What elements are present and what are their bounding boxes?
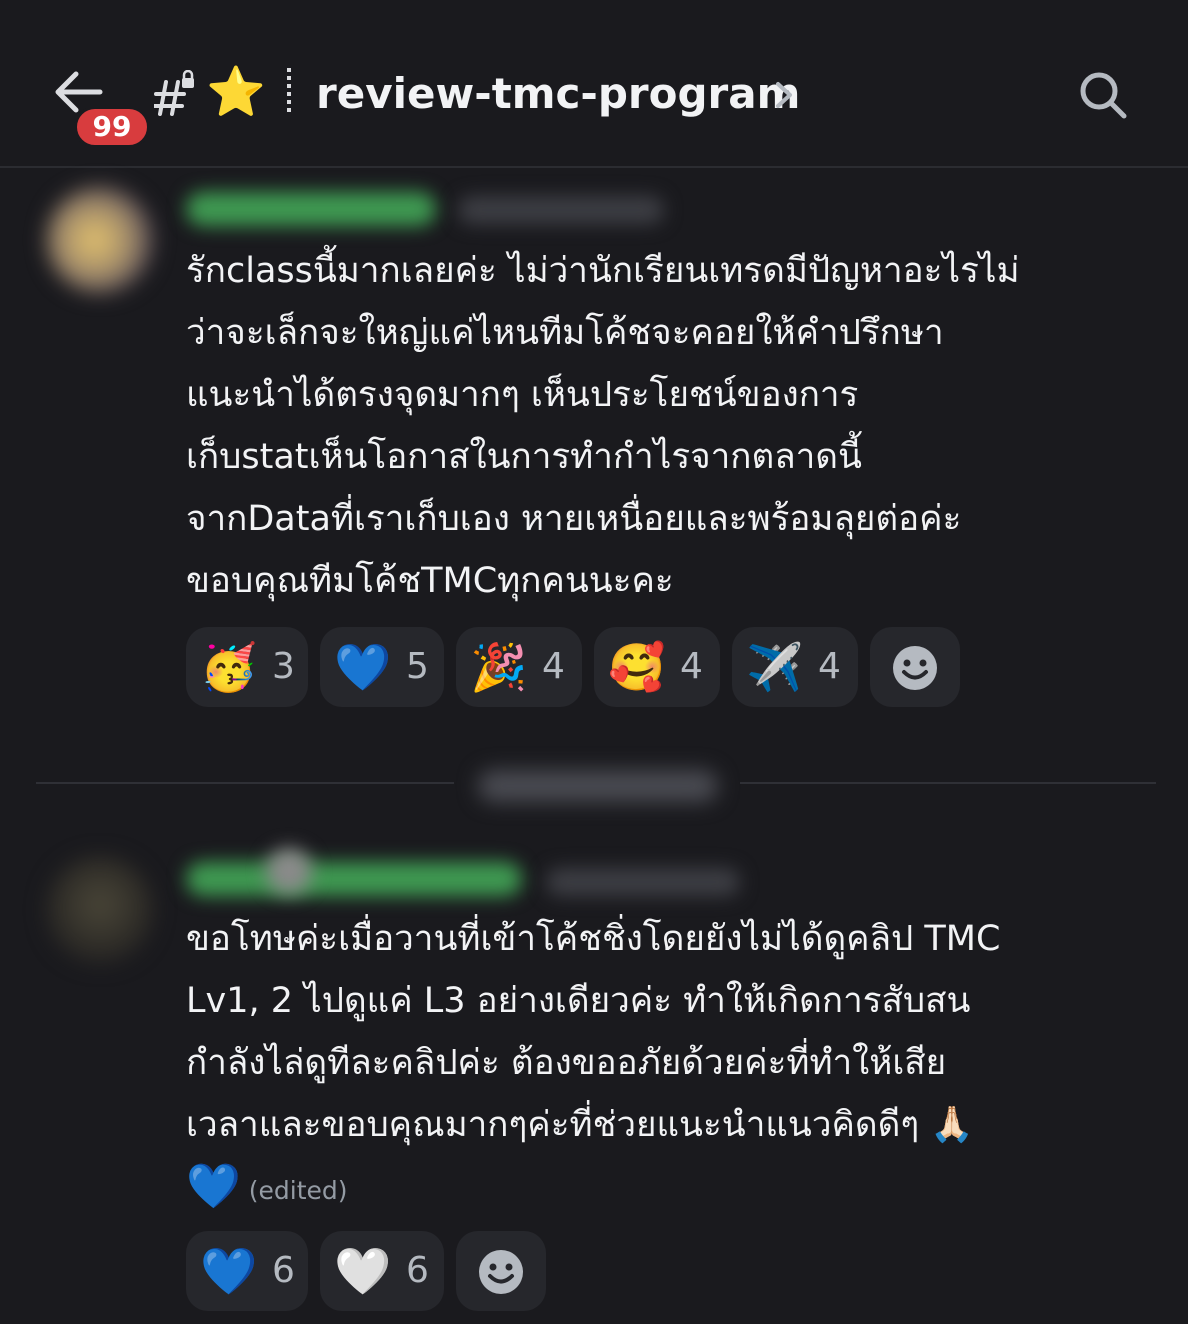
channel-title[interactable]: review-tmc-program — [316, 66, 800, 122]
message-line: แนะนำได้ตรงจุดมากๆ เห็นประโยชน์ของการ — [186, 375, 859, 415]
reaction-party-popper[interactable]: 🎉 4 — [456, 627, 582, 707]
name-divider — [287, 68, 291, 114]
date-divider-blurred — [478, 770, 718, 802]
reaction-count: 3 — [272, 646, 295, 687]
message-line: เวลาและขอบคุณมากๆค่ะที่ช่วยแนะนำแนวคิดดี… — [186, 1105, 974, 1145]
add-reaction-button[interactable] — [870, 627, 960, 707]
reaction-count: 4 — [818, 646, 841, 687]
chevron-right-icon[interactable] — [772, 78, 796, 112]
reaction-blue-heart[interactable]: 💙 5 — [320, 627, 444, 707]
blue-heart-emoji-icon: 💙 — [200, 1244, 258, 1298]
smiley-icon — [893, 646, 937, 690]
add-reaction-button[interactable] — [456, 1231, 546, 1311]
reaction-count: 4 — [542, 646, 565, 687]
message-text: ขอโทษค่ะเมื่อวานที่เข้าโค้ชชิ่งโดยยังไม่… — [186, 908, 1146, 1222]
reaction-count: 4 — [680, 646, 703, 687]
message-line: Lv1, 2 ไปดูแค่ L3 อย่างเดียวค่ะ ทำให้เกิ… — [186, 981, 971, 1021]
avatar[interactable] — [46, 186, 154, 294]
timestamp-blurred — [546, 868, 740, 896]
reaction-airplane[interactable]: ✈️ 4 — [732, 627, 858, 707]
message-line: กำลังไล่ดูทีละคลิปค่ะ ต้องขออภัยด้วยค่ะท… — [186, 1043, 947, 1083]
message-line: ขอบคุณทีมโค้ชTMCทุกคนนะคะ — [186, 561, 674, 601]
timestamp-blurred — [458, 196, 664, 224]
author-name-blurred[interactable] — [186, 862, 522, 896]
date-divider-line — [740, 782, 1156, 784]
author-name-blurred[interactable] — [186, 192, 436, 226]
message-line: ขอโทษค่ะเมื่อวานที่เข้าโค้ชชิ่งโดยยังไม่… — [186, 919, 1001, 959]
reaction-blue-heart[interactable]: 💙 6 — [186, 1231, 308, 1311]
message-text: รักclassนี้มากเลยค่ะ ไม่ว่านักเรียนเทรดม… — [186, 240, 1146, 612]
reaction-white-heart[interactable]: 🤍 6 — [320, 1231, 444, 1311]
message-line: ว่าจะเล็กจะใหญ่แค่ไหนทีมโค้ชจะคอยให้คำปร… — [186, 313, 944, 353]
party-face-emoji-icon: 🥳 — [200, 640, 258, 694]
smiley-icon — [479, 1250, 523, 1294]
blue-heart-emoji-icon: 💙 — [186, 1161, 241, 1212]
message-line: รักclassนี้มากเลยค่ะ ไม่ว่านักเรียนเทรดม… — [186, 251, 1020, 291]
author-avatar-badge-blurred — [266, 848, 312, 894]
message-line: จากDataที่เราเก็บเอง หายเหนื่อยและพร้อมล… — [186, 499, 962, 539]
party-popper-emoji-icon: 🎉 — [470, 640, 528, 694]
reaction-party-face[interactable]: 🥳 3 — [186, 627, 308, 707]
avatar[interactable] — [46, 856, 154, 964]
search-icon[interactable] — [1078, 70, 1128, 120]
white-heart-emoji-icon: 🤍 — [334, 1244, 392, 1298]
smiling-face-hearts-emoji-icon: 🥰 — [608, 640, 666, 694]
message-line: เก็บstatเห็นโอกาสในการทำกำไรจากตลาดนี้ — [186, 437, 862, 477]
locked-channel-hash-icon — [154, 70, 194, 116]
blue-heart-emoji-icon: 💙 — [334, 640, 392, 694]
reaction-count: 6 — [406, 1250, 429, 1291]
edited-label: (edited) — [248, 1176, 348, 1205]
unread-badge: 99 — [74, 106, 150, 148]
channel-header: 99 ⭐ review-tmc-program — [0, 0, 1188, 168]
date-divider-line — [36, 782, 454, 784]
star-emoji-icon: ⭐ — [206, 64, 266, 120]
reaction-smiling-hearts[interactable]: 🥰 4 — [594, 627, 720, 707]
airplane-emoji-icon: ✈️ — [746, 640, 804, 694]
reaction-count: 6 — [272, 1250, 295, 1291]
message-line: 💙 (edited) — [186, 1156, 1146, 1222]
reaction-count: 5 — [406, 646, 429, 687]
